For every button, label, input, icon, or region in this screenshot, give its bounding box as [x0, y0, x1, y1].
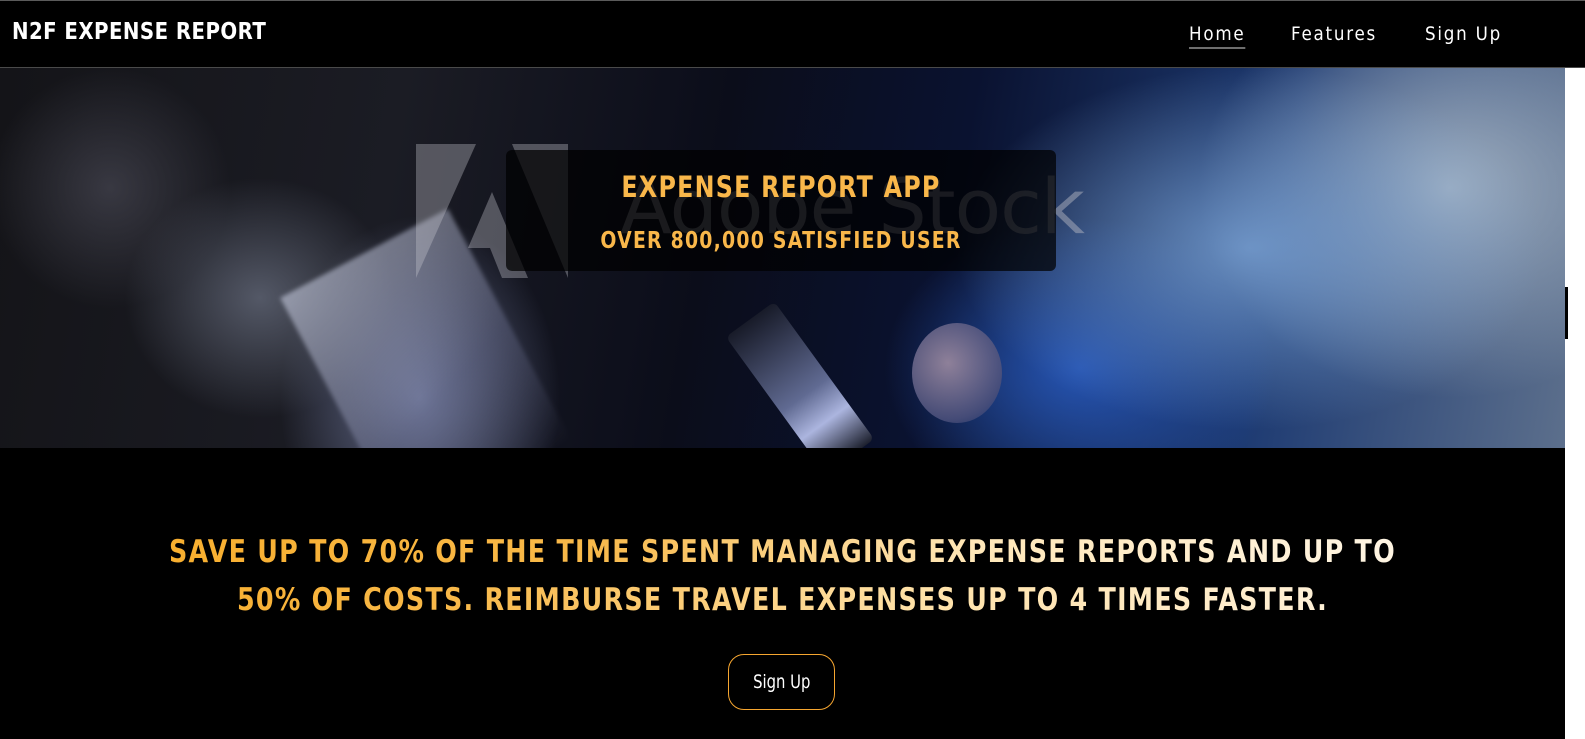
brand-logo[interactable]: N2F EXPENSE REPORT	[12, 19, 266, 45]
sign-up-button[interactable]: Sign Up	[728, 654, 835, 710]
hero-banner: Adobe Stock EXPENSE REPORT APP OVER 800,…	[0, 68, 1565, 448]
hero-caption-panel: EXPENSE REPORT APP OVER 800,000 SATISFIE…	[506, 150, 1056, 271]
main-section: SAVE UP TO 70% OF THE TIME SPENT MANAGIN…	[0, 448, 1565, 739]
nav-link-sign-up[interactable]: Sign Up	[1425, 23, 1502, 45]
tagline-line-1: SAVE UP TO 70% OF THE TIME SPENT MANAGIN…	[141, 528, 1424, 576]
sign-up-button-label: Sign Up	[752, 671, 811, 693]
tagline: SAVE UP TO 70% OF THE TIME SPENT MANAGIN…	[141, 528, 1424, 624]
hero-title: EXPENSE REPORT APP	[621, 170, 941, 204]
tagline-line-2: 50% OF COSTS. REIMBURSE TRAVEL EXPENSES …	[141, 576, 1424, 624]
page: N2F EXPENSE REPORT Home Features Sign Up…	[0, 0, 1585, 739]
window-edge-strip	[1565, 68, 1585, 739]
hero-background-hand	[912, 323, 1002, 423]
hero-subtitle: OVER 800,000 SATISFIED USER	[600, 228, 962, 254]
nav-link-features[interactable]: Features	[1291, 23, 1377, 45]
main-nav: Home Features Sign Up	[1165, 23, 1585, 51]
top-navbar: N2F EXPENSE REPORT Home Features Sign Up	[0, 0, 1585, 68]
hero-background-phone	[725, 301, 875, 448]
nav-link-home[interactable]: Home	[1189, 23, 1246, 49]
scrollbar-thumb[interactable]	[1565, 287, 1568, 339]
